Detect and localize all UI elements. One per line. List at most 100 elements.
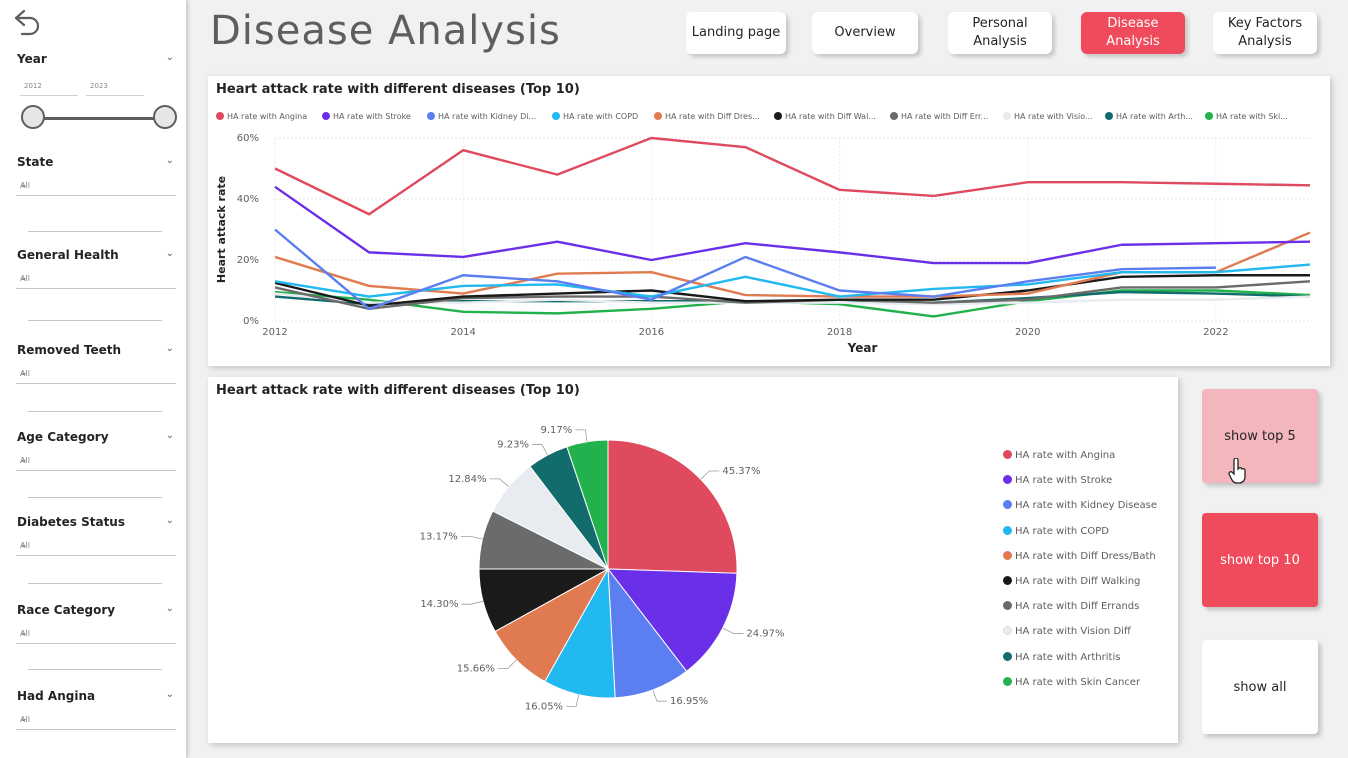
legend-label: HA rate with Angina	[1015, 450, 1116, 461]
pie-legend-item[interactable]: HA rate with Skin Cancer	[1003, 676, 1141, 688]
filter-title: Race Category	[17, 603, 116, 617]
filter-title: Had Angina	[17, 689, 96, 703]
divider	[28, 231, 162, 232]
pie-data-label: 15.66%	[457, 663, 495, 674]
divider	[28, 320, 162, 321]
chevron-down-icon[interactable]: ⌄	[166, 248, 174, 259]
pie-data-label: 13.17%	[420, 531, 458, 542]
chevron-down-icon: ⌄	[20, 540, 28, 550]
page-title: Disease Analysis	[210, 8, 561, 54]
filter-dropdown[interactable]: All ⌄	[16, 363, 176, 384]
pie-data-label: 12.84%	[448, 474, 486, 485]
pie-legend-item[interactable]: HA rate with Stroke	[1003, 475, 1112, 486]
pie-legend-item[interactable]: HA rate with Diff Dress/Bath	[1003, 550, 1156, 562]
show-top-5-button[interactable]: show top 5	[1202, 389, 1318, 483]
y-tick-label: 40%	[237, 194, 259, 205]
nav-button-landing-page[interactable]: Landing page	[686, 12, 786, 54]
chevron-down-icon[interactable]: ⌄	[166, 430, 174, 441]
show-all-label: show all	[1233, 679, 1287, 695]
chevron-down-icon: ⌄	[20, 714, 28, 724]
year-slider-start-handle[interactable]	[21, 105, 45, 129]
year-slider-track[interactable]	[34, 117, 166, 120]
show-top-5-label: show top 5	[1224, 428, 1296, 444]
nav-button-label: Disease Analysis	[1106, 16, 1160, 49]
pie-legend-item[interactable]: HA rate with Diff Errands	[1003, 601, 1139, 612]
year-slider-end-handle[interactable]	[153, 105, 177, 129]
show-all-button[interactable]: show all	[1202, 640, 1318, 734]
y-tick-label: 60%	[237, 133, 259, 144]
x-tick-label: 2016	[639, 327, 664, 338]
nav-button-personal-analysis[interactable]: Personal Analysis	[948, 12, 1052, 54]
pie-leader-line	[575, 429, 588, 442]
filter-dropdown[interactable]: All ⌄	[16, 535, 176, 556]
back-arrow-icon[interactable]	[10, 8, 42, 38]
pie-legend-item[interactable]: HA rate with Angina	[1003, 450, 1115, 461]
show-top-10-button[interactable]: show top 10	[1202, 513, 1318, 607]
series-line-ha-rate-with-stroke	[274, 185, 1311, 265]
filter-title: Age Category	[17, 430, 109, 444]
chevron-down-icon[interactable]: ⌄	[166, 155, 174, 166]
pie-leader-line	[497, 659, 517, 669]
line-chart[interactable]: 0%20%40%60%2012 2014 2016 2018 2020 2022YearH…	[208, 76, 1330, 366]
divider	[28, 583, 162, 584]
pie-leader-line	[489, 478, 510, 487]
chevron-down-icon[interactable]: ⌄	[166, 515, 174, 526]
chevron-down-icon: ⌄	[20, 273, 28, 283]
pie-legend-item[interactable]: HA rate with COPD	[1003, 525, 1109, 537]
filter-dropdown[interactable]: All ⌄	[16, 268, 176, 289]
pie-chart[interactable]: 45.37% 24.97% 16.95% 16.05% 15.66% 14.30% 13.1…	[208, 377, 988, 743]
nav-button-overview[interactable]: Overview	[812, 12, 918, 54]
x-tick-label: 2012	[262, 327, 287, 338]
filter-dropdown[interactable]: All ⌄	[16, 623, 176, 644]
legend-label: HA rate with Arthritis	[1015, 651, 1121, 663]
legend-label: HA rate with Vision Diff	[1015, 626, 1131, 638]
filter-dropdown[interactable]: All ⌄	[16, 450, 176, 471]
year-from-value: 2012	[24, 82, 42, 90]
legend-dot	[1003, 676, 1012, 686]
divider	[28, 411, 162, 412]
year-from-input[interactable]: 2012	[20, 77, 78, 96]
y-tick-label: 0%	[243, 316, 259, 327]
legend-dot	[1003, 626, 1012, 636]
legend-label: HA rate with Diff Dress/Bath	[1015, 550, 1156, 562]
series-line-ha-rate-with-angina	[274, 136, 1311, 216]
year-to-input[interactable]: 2023	[86, 77, 144, 96]
filter-title: Removed Teeth	[17, 343, 122, 357]
filter-dropdown[interactable]: All ⌄	[16, 709, 176, 730]
pie-legend-item[interactable]: HA rate with Vision Diff	[1003, 626, 1131, 637]
pie-leader-line	[460, 535, 483, 540]
pie-legend-item[interactable]: HA rate with Diff Walking	[1003, 576, 1140, 587]
filter-title: Diabetes Status	[17, 515, 125, 529]
legend-dot	[1003, 550, 1012, 560]
pie-data-label: 16.95%	[670, 696, 708, 707]
divider	[28, 497, 162, 498]
nav-button-label: Landing page	[691, 25, 781, 40]
nav-button-label: Overview	[834, 25, 896, 40]
pie-data-label: 9.17%	[540, 425, 572, 436]
nav-button-label: Personal Analysis	[972, 16, 1028, 49]
chevron-down-icon[interactable]: ⌄	[166, 689, 174, 700]
legend-dot	[1003, 500, 1012, 510]
x-axis-label: Year	[847, 341, 878, 355]
x-tick-label: 2014	[450, 327, 475, 338]
pie-legend-item[interactable]: HA rate with Arthritis	[1003, 651, 1121, 663]
x-tick-label: 2022	[1203, 327, 1228, 338]
nav-button-label: Key Factors Analysis	[1227, 16, 1303, 49]
year-filter-title: Year	[17, 52, 47, 66]
year-to-value: 2023	[90, 82, 108, 90]
legend-label: HA rate with Kidney Disease	[1015, 500, 1158, 512]
legend-dot	[1003, 450, 1012, 459]
chevron-down-icon[interactable]: ⌄	[166, 52, 174, 63]
chevron-down-icon: ⌄	[20, 180, 28, 190]
nav-button-disease-analysis[interactable]: Disease Analysis	[1081, 12, 1185, 54]
pie-data-label: 9.23%	[497, 439, 529, 450]
chevron-down-icon[interactable]: ⌄	[166, 603, 174, 614]
filter-dropdown[interactable]: All ⌄	[16, 175, 176, 196]
chevron-down-icon: ⌄	[20, 455, 28, 465]
nav-button-key-factors-analysis[interactable]: Key Factors Analysis	[1213, 12, 1317, 54]
pie-leader-line	[531, 444, 548, 456]
legend-label: HA rate with Skin Cancer	[1015, 676, 1141, 688]
pie-legend-item[interactable]: HA rate with Kidney Disease	[1003, 500, 1157, 511]
chevron-down-icon[interactable]: ⌄	[166, 343, 174, 354]
legend-dot	[1003, 651, 1012, 661]
